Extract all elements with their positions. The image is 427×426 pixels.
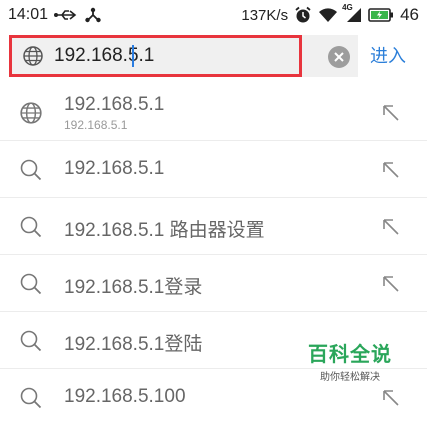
suggestion-text: 192.168.5.1 [64, 94, 165, 115]
suggestion-text: 192.168.5.100 [64, 386, 186, 407]
globe-icon [22, 45, 44, 67]
search-icon [19, 158, 43, 182]
address-input[interactable] [54, 45, 284, 67]
search-icon [19, 272, 43, 296]
search-icon [19, 215, 43, 239]
status-bar: 14:01 137K/s 4G 46 [0, 0, 427, 30]
clear-icon[interactable] [328, 46, 350, 68]
suggestion-text: 192.168.5.1 [64, 158, 165, 179]
search-icon [19, 329, 43, 353]
suggestion-text: 192.168.5.1 路由器设置 [64, 220, 265, 241]
fill-arrow-icon[interactable] [380, 102, 402, 124]
fill-arrow-icon[interactable] [380, 273, 402, 295]
watermark-logo: 百科全说 助你轻松解决 [308, 338, 392, 383]
usb-icon [54, 8, 78, 22]
address-row: 进入 [0, 30, 427, 84]
status-left: 14:01 [8, 6, 102, 24]
suggestion-item[interactable]: 192.168.5.1 [0, 141, 427, 198]
watermark-subtitle: 助你轻松解决 [320, 372, 380, 383]
suggestion-url: 192.168.5.1 [64, 118, 128, 132]
suggestion-item[interactable]: 192.168.5.1登录 [0, 255, 427, 312]
suggestion-text: 192.168.5.1登录 [64, 277, 203, 298]
status-right: 137K/s 4G 46 [241, 3, 419, 25]
search-icon [19, 386, 43, 410]
suggestion-item-history[interactable]: 192.168.5.1 192.168.5.1 [0, 84, 427, 141]
network-type: 4G [342, 3, 353, 12]
fill-arrow-icon[interactable] [380, 387, 402, 409]
fill-arrow-icon[interactable] [380, 159, 402, 181]
battery-level: 46 [400, 5, 419, 24]
suggestion-item[interactable]: 192.168.5.1 路由器设置 [0, 198, 427, 255]
battery-charging-icon [368, 7, 394, 23]
fill-arrow-icon[interactable] [380, 216, 402, 238]
alarm-icon [294, 6, 312, 24]
share-icon [84, 6, 102, 24]
go-button[interactable]: 进入 [370, 42, 406, 68]
net-speed: 137K/s [241, 6, 289, 24]
watermark-title: 百科全说 [308, 344, 392, 366]
address-field[interactable] [9, 35, 302, 77]
globe-icon [19, 101, 43, 125]
signal-icon: 4G [342, 3, 362, 23]
suggestion-text: 192.168.5.1登陆 [64, 334, 203, 355]
status-time: 14:01 [8, 6, 49, 23]
wifi-icon [318, 7, 338, 23]
text-caret [132, 45, 134, 67]
